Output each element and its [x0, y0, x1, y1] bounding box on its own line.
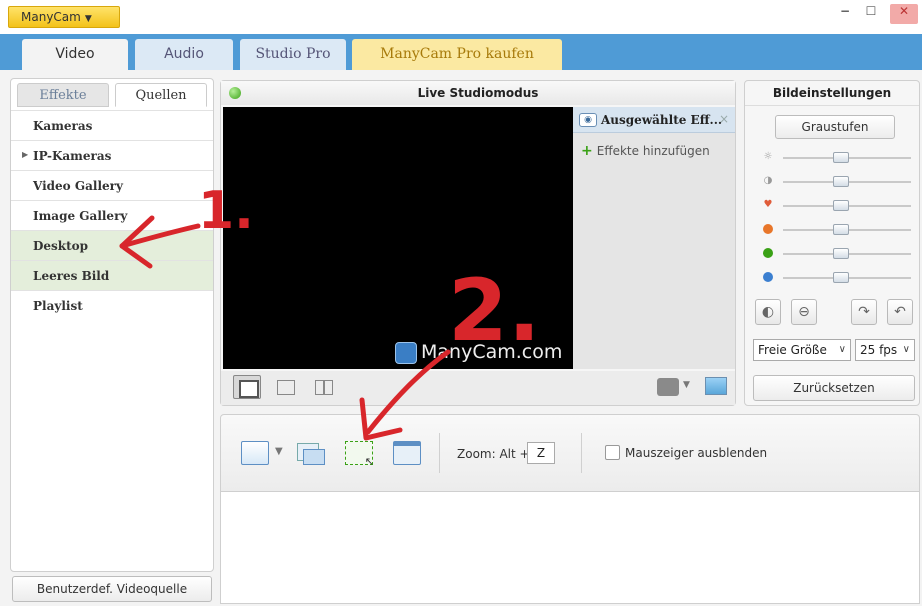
- app-window-capture-icon[interactable]: [393, 441, 421, 465]
- hide-cursor-label: Mauszeiger ausblenden: [625, 446, 768, 460]
- slider-thumb[interactable]: [833, 248, 849, 259]
- slider-thumb[interactable]: [833, 152, 849, 163]
- contrast-slider[interactable]: ◑: [763, 175, 913, 189]
- size-select-value: Freie Größe: [758, 343, 827, 357]
- red-slider[interactable]: [763, 223, 913, 237]
- slider-thumb[interactable]: [833, 200, 849, 211]
- chevron-down-icon[interactable]: ▼: [683, 380, 690, 390]
- plus-icon: +: [581, 143, 593, 159]
- tab-studio-pro[interactable]: Studio Pro: [240, 39, 346, 70]
- sun-icon: ☼: [763, 151, 773, 162]
- brightness-slider[interactable]: ☼: [763, 151, 913, 165]
- blue-slider[interactable]: [763, 271, 913, 285]
- tab-buy-pro[interactable]: ManyCam Pro kaufen: [352, 39, 562, 70]
- divider: [581, 433, 582, 473]
- chevron-down-icon: ∨: [838, 344, 846, 355]
- green-slider[interactable]: [763, 247, 913, 261]
- main-tab-strip: Video Audio Studio Pro ManyCam Pro kaufe…: [0, 34, 922, 70]
- source-item-video-gallery[interactable]: Video Gallery: [11, 170, 213, 200]
- sources-panel: Effekte Quellen Kameras ▶ IP-Kameras Vid…: [10, 78, 214, 572]
- mirror-horizontal-icon[interactable]: ◐: [755, 299, 781, 325]
- source-item-label: Kameras: [33, 119, 93, 133]
- heart-icon: ♥: [763, 199, 773, 210]
- tab-video[interactable]: Video: [22, 39, 128, 70]
- zoom-hotkey-input[interactable]: Z: [527, 442, 555, 464]
- source-item-blank-image[interactable]: Leeres Bild: [11, 260, 213, 290]
- live-panel-header: Live Studiomodus: [221, 81, 735, 105]
- layout-single-icon[interactable]: [233, 375, 261, 399]
- content-area: [220, 492, 920, 604]
- layout-quad-icon[interactable]: [311, 375, 339, 399]
- reset-button[interactable]: Zurücksetzen: [753, 375, 915, 401]
- watermark-text: ManyCam.com: [421, 341, 563, 363]
- live-toolbar: ▼: [221, 371, 735, 405]
- rotate-left-icon[interactable]: ↶: [887, 299, 913, 325]
- green-dot-icon: [763, 248, 773, 258]
- app-menu-label: ManyCam: [21, 10, 81, 24]
- selected-effects-header: ◉ Ausgewählte Eff... ×: [573, 107, 735, 133]
- live-studio-panel: Live Studiomodus ManyCam.com ◉ Ausgewähl…: [220, 80, 736, 406]
- source-item-image-gallery[interactable]: Image Gallery: [11, 200, 213, 230]
- selected-effects-panel: ◉ Ausgewählte Eff... × + Effekte hinzufüg…: [573, 107, 735, 369]
- contrast-icon: ◑: [763, 175, 773, 186]
- size-select[interactable]: Freie Größe ∨: [753, 339, 851, 361]
- slider-thumb[interactable]: [833, 176, 849, 187]
- layout-pip-icon[interactable]: [273, 375, 301, 399]
- source-item-playlist[interactable]: Playlist: [11, 290, 213, 320]
- mirror-vertical-icon[interactable]: ⊖: [791, 299, 817, 325]
- close-button[interactable]: ✕: [890, 4, 918, 24]
- image-settings-title: Bildeinstellungen: [772, 86, 892, 100]
- add-effects-button[interactable]: + Effekte hinzufügen: [581, 143, 710, 159]
- title-bar: ManyCam ▼ − ☐ ✕: [0, 0, 922, 34]
- divider: [745, 105, 919, 106]
- source-item-label: IP-Kameras: [33, 149, 112, 163]
- subtab-effects[interactable]: Effekte: [17, 83, 109, 107]
- source-item-cameras[interactable]: Kameras: [11, 110, 213, 140]
- source-item-label: Playlist: [33, 299, 83, 313]
- source-item-label: Leeres Bild: [33, 269, 110, 283]
- manycam-logo-icon: [395, 341, 417, 364]
- region-capture-icon[interactable]: [345, 441, 374, 468]
- rotate-right-icon[interactable]: ↷: [851, 299, 877, 325]
- source-item-label: Desktop: [33, 239, 89, 253]
- expand-arrow-icon[interactable]: ▶: [22, 149, 28, 159]
- tab-audio[interactable]: Audio: [135, 39, 233, 70]
- eye-icon[interactable]: ◉: [579, 113, 597, 127]
- close-icon[interactable]: ×: [719, 112, 729, 126]
- image-settings-panel: Bildeinstellungen Graustufen ☼ ◑ ♥ ◐ ⊖ ↷…: [744, 80, 920, 406]
- custom-video-source-button[interactable]: Benutzerdef. Videoquelle: [12, 576, 212, 602]
- saturation-slider[interactable]: ♥: [763, 199, 913, 213]
- live-panel-title: Live Studiomodus: [417, 86, 539, 100]
- slider-thumb[interactable]: [833, 224, 849, 235]
- chevron-down-icon[interactable]: ▼: [275, 446, 283, 457]
- chevron-down-icon: ▼: [84, 14, 92, 24]
- desktop-capture-toolbar: ▼ Zoom: Alt + Z Mauszeiger ausblenden: [220, 414, 920, 492]
- red-dot-icon: [763, 224, 773, 234]
- full-screen-capture-icon[interactable]: [241, 441, 269, 465]
- app-menu-button[interactable]: ManyCam ▼: [8, 6, 120, 28]
- subtab-sources[interactable]: Quellen: [115, 83, 207, 107]
- source-item-label: Image Gallery: [33, 209, 128, 223]
- fps-select-value: 25 fps: [860, 343, 898, 357]
- watermark: ManyCam.com: [395, 341, 562, 364]
- selected-effects-title: Ausgewählte Eff...: [601, 113, 723, 127]
- divider: [439, 433, 440, 473]
- gallery-icon[interactable]: [705, 377, 727, 395]
- fps-select[interactable]: 25 fps ∨: [855, 339, 915, 361]
- camera-snapshot-icon[interactable]: [657, 378, 679, 396]
- window-capture-icon[interactable]: [295, 441, 325, 465]
- source-item-ip-cameras[interactable]: ▶ IP-Kameras: [11, 140, 213, 170]
- maximize-button[interactable]: ☐: [860, 4, 882, 24]
- hide-cursor-checkbox[interactable]: [605, 445, 620, 460]
- add-effects-label: Effekte hinzufügen: [596, 144, 710, 158]
- video-preview[interactable]: ManyCam.com: [223, 107, 573, 369]
- chevron-down-icon: ∨: [902, 344, 910, 355]
- source-item-label: Video Gallery: [33, 179, 123, 193]
- minimize-button[interactable]: −: [834, 4, 856, 24]
- grayscale-button[interactable]: Graustufen: [775, 115, 895, 139]
- slider-thumb[interactable]: [833, 272, 849, 283]
- blue-dot-icon: [763, 272, 773, 282]
- source-item-desktop[interactable]: Desktop: [11, 230, 213, 260]
- zoom-label: Zoom: Alt +: [457, 447, 530, 461]
